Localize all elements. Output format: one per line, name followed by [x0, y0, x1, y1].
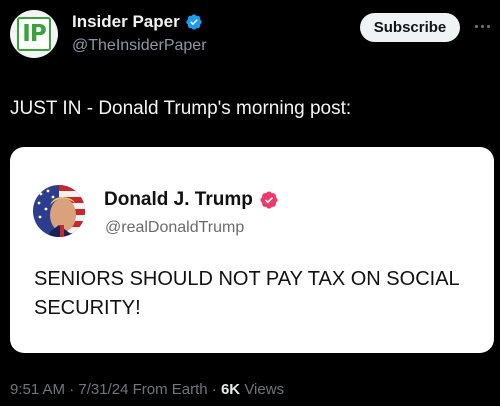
flag-portrait-image: [33, 185, 85, 237]
post-text: JUST IN - Donald Trump's morning post:: [10, 98, 352, 119]
views-label: Views: [240, 381, 285, 398]
logo-text: IP: [22, 20, 46, 47]
insider-paper-logo: IP: [17, 17, 51, 51]
quoted-avatar: [33, 185, 85, 237]
quoted-post-body: SENIORS SHOULD NOT PAY TAX ON SOCIAL SEC…: [34, 268, 459, 319]
account-handle[interactable]: @TheInsiderPaper: [72, 37, 207, 55]
account-avatar[interactable]: IP: [10, 10, 58, 58]
account-display-name[interactable]: Insider Paper: [72, 12, 180, 32]
more-dot: [480, 24, 484, 28]
quoted-post-image[interactable]: Donald J. Trump @realDonaldTrump SENIORS…: [10, 147, 494, 353]
more-horizontal-icon[interactable]: [469, 18, 495, 34]
post-source: From Earth: [128, 381, 208, 398]
post-date[interactable]: 7/31/24: [78, 381, 128, 398]
views-count[interactable]: 6K: [221, 381, 240, 398]
verified-badge-icon: [260, 191, 278, 209]
quoted-handle: @realDonaldTrump: [105, 219, 245, 236]
post-meta: 9:51 AM · 7/31/24 From Earth · 6K Views: [10, 381, 284, 398]
subscribe-button[interactable]: Subscribe: [360, 13, 460, 42]
quoted-name-row: Donald J. Trump: [104, 189, 279, 211]
verified-badge-icon: [186, 14, 202, 30]
meta-separator: ·: [207, 381, 221, 398]
account-name-row: Insider Paper: [72, 12, 203, 32]
more-dot: [474, 24, 478, 28]
meta-separator: ·: [65, 381, 79, 398]
post-time[interactable]: 9:51 AM: [10, 381, 65, 398]
quoted-display-name: Donald J. Trump: [104, 189, 253, 210]
more-dot: [486, 24, 490, 28]
